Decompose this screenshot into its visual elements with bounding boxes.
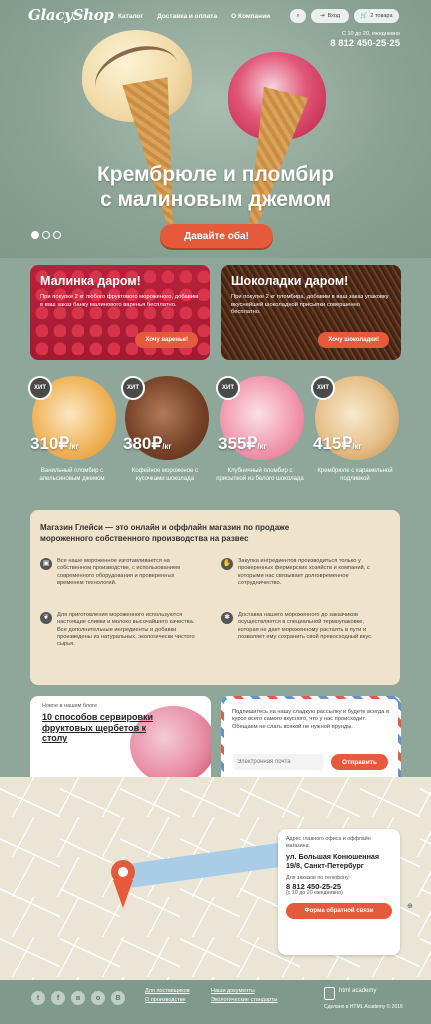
suppliers-link[interactable]: Для поставщиков	[145, 987, 190, 996]
login-label: Вход	[327, 13, 341, 19]
factory-icon: ▣	[40, 558, 52, 570]
footer-links-2: Наши документы Экологические стандарты	[211, 987, 278, 1005]
promo-text: При покупке 2 кг пломбира, добавим в ваш…	[231, 294, 389, 315]
documents-link[interactable]: Наши документы	[211, 987, 278, 996]
logo[interactable]: GlacyShop	[28, 6, 114, 24]
hero-banner: GlacyShop Каталог Доставка и оплата О Ко…	[0, 0, 431, 258]
login-button[interactable]: ⇥ Вход	[311, 9, 349, 23]
about-title: Магазин Глейси — это онлайн и оффлайн ма…	[40, 523, 290, 543]
product-name[interactable]: Ванильный пломбир с апельсиновым джемом	[28, 467, 116, 483]
promo-title: Шоколадки даром!	[231, 274, 349, 288]
search-icon: ⌕	[296, 12, 300, 19]
nav-catalog[interactable]: Каталог	[118, 13, 143, 20]
cart-label: 2 товара	[370, 13, 393, 19]
contact-phone[interactable]: 8 812 450-25-25	[286, 883, 392, 891]
feature-text: Доставка нашего мороженного до заказчико…	[238, 612, 373, 640]
promo-raspberry: Малинка даром! При покупке 2 кг любого ф…	[30, 265, 210, 360]
snowflake-icon: ✱	[221, 612, 233, 624]
product-card[interactable]: ХИТ 380₽/кг Кофейное мороженое с кусочка…	[121, 376, 209, 483]
product-name[interactable]: Крембрюле с карамельной подливкой	[311, 467, 399, 483]
map-pin-icon[interactable]	[107, 858, 139, 910]
hit-badge: ХИТ	[121, 376, 145, 400]
academy-name: html academy	[339, 988, 377, 994]
feature-item: ❦ Для приготовления мороженного использу…	[40, 612, 200, 648]
main-nav: Каталог Доставка и оплата О Компании	[118, 13, 270, 20]
phone-hours: С 10 до 20, ежедневно	[341, 31, 400, 37]
odnoklassniki-icon[interactable]: o	[91, 991, 105, 1005]
hero-title-line1: Крембрюле и пломбир	[96, 163, 335, 186]
product-price: 380₽/кг	[123, 434, 172, 453]
contact-card: Адрес главного офиса и оффлайн магазина:…	[278, 829, 400, 955]
slider-dot-1[interactable]	[31, 231, 39, 239]
hero-title-line2: с малиновым джемом	[99, 188, 332, 211]
product-price: 310₽/кг	[30, 434, 79, 453]
hit-badge: ХИТ	[28, 376, 52, 400]
blog-tag: Новое в нашем блоге	[42, 703, 98, 709]
hit-badge: ХИТ	[311, 376, 335, 400]
feedback-form-button[interactable]: Форма обратной связи	[286, 903, 392, 919]
academy-logo-icon[interactable]	[324, 987, 335, 1000]
cart-icon: 🛒	[360, 13, 368, 19]
footer-links-1: Для поставщиков О производстве	[145, 987, 190, 1005]
eco-standards-link[interactable]: Экологические стандарты	[211, 996, 278, 1005]
slider-dot-2[interactable]	[42, 231, 50, 239]
header-phone[interactable]: 8 812 450-25-25	[330, 38, 400, 49]
feature-item: ▣ Все наше мороженное изготавливается на…	[40, 558, 200, 587]
phone-note: Для заказов по телефону:	[286, 875, 351, 881]
email-input[interactable]	[233, 754, 323, 770]
feature-text: Закупка ингредиентов производиться тольк…	[238, 558, 370, 586]
behance-icon[interactable]: B	[111, 991, 125, 1005]
product-card[interactable]: ХИТ 355₽/кг Клубничный пломбир с присыпк…	[216, 376, 304, 483]
slider-dot-3[interactable]	[53, 231, 61, 239]
product-price: 415₽/кг	[313, 434, 362, 453]
feature-text: Все наше мороженное изготавливается на с…	[57, 558, 181, 586]
cart-button[interactable]: 🛒 2 товара	[354, 9, 399, 23]
facebook-icon[interactable]: f	[51, 991, 65, 1005]
feature-item: ✱ Доставка нашего мороженного до заказчи…	[221, 612, 381, 641]
blog-post-link[interactable]: 10 способов сервировки фруктовых щербето…	[42, 712, 162, 744]
product-name[interactable]: Кофейное мороженое с кусочками шоколада	[121, 467, 209, 483]
product-name[interactable]: Клубничный пломбир с присыпкой из белого…	[216, 467, 304, 483]
about-section: Магазин Глейси — это онлайн и оффлайн ма…	[30, 510, 400, 685]
product-card[interactable]: ХИТ 415₽/кг Крембрюле с карамельной подл…	[311, 376, 399, 483]
office-address: ул. Большая Конюшенная 19/8, Санкт-Петер…	[286, 852, 380, 870]
office-note: Адрес главного офиса и оффлайн магазина:	[286, 836, 371, 849]
hit-badge: ХИТ	[216, 376, 240, 400]
twitter-icon[interactable]: t	[31, 991, 45, 1005]
copyright: Сделано в HTML Academy © 2016	[324, 1004, 403, 1010]
product-card[interactable]: ХИТ 310₽/кг Ванильный пломбир с апельсин…	[28, 376, 116, 483]
vk-icon[interactable]: в	[71, 991, 85, 1005]
nav-delivery[interactable]: Доставка и оплата	[157, 13, 217, 20]
subscribe-text: Подпишитесь на нашу сладкую рассылку и б…	[232, 709, 389, 730]
product-price: 355₽/кг	[218, 434, 267, 453]
handshake-icon: ✋	[221, 558, 233, 570]
feature-text: Для приготовления мороженного используют…	[57, 612, 195, 648]
promo-text: При покупке 2 кг любого фруктового морож…	[40, 294, 199, 308]
nav-about[interactable]: О Компании	[231, 13, 270, 20]
hero-cta-button[interactable]: Давайте оба!	[160, 224, 273, 248]
contact-hours: (с 10 до 20 ежедневно)	[286, 890, 343, 896]
slider-dots	[31, 231, 61, 239]
promo-jam-button[interactable]: Хочу варенье!	[135, 332, 198, 348]
feature-item: ✋ Закупка ингредиентов производиться тол…	[221, 558, 381, 587]
blog-card[interactable]: Новое в нашем блоге 10 способов сервиров…	[30, 696, 211, 786]
subscribe-button[interactable]: Отправить	[331, 754, 388, 770]
footer: t f в o B Для поставщиков О производстве…	[0, 980, 431, 1024]
subscribe-card: Подпишитесь на нашу сладкую рассылку и б…	[221, 696, 401, 786]
hero-title: Крембрюле и пломбир с малиновым джемом	[0, 162, 431, 212]
search-button[interactable]: ⌕	[290, 9, 306, 23]
leaf-icon: ❦	[40, 612, 52, 624]
promo-chocolate-button[interactable]: Хочу шоколадки!	[318, 332, 389, 348]
production-link[interactable]: О производстве	[145, 996, 190, 1005]
map-zoom-icon[interactable]: ⊕	[407, 902, 413, 910]
promo-chocolate: Шоколадки даром! При покупке 2 кг пломби…	[221, 265, 401, 360]
login-icon: ⇥	[319, 13, 325, 19]
promo-title: Малинка даром!	[40, 274, 141, 288]
